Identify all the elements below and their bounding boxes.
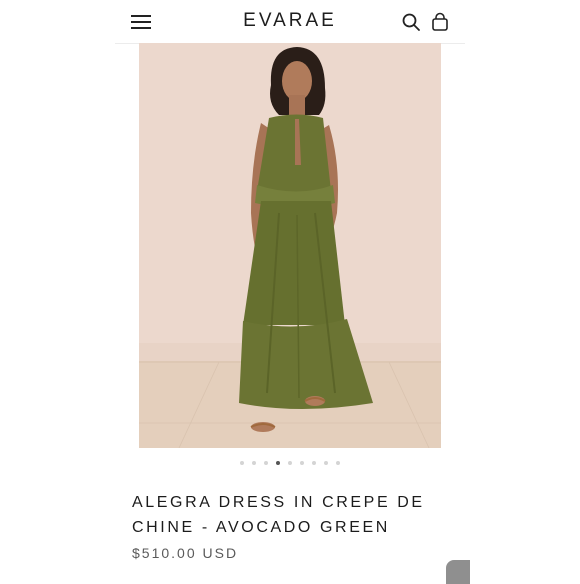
product-image-gallery[interactable] xyxy=(139,43,441,448)
gallery-pagination xyxy=(115,461,465,465)
search-icon[interactable] xyxy=(401,12,421,32)
pagination-dot[interactable] xyxy=(264,461,268,465)
site-header: EVARAE xyxy=(115,0,465,44)
floating-action-button[interactable] xyxy=(446,560,470,584)
pagination-dot[interactable] xyxy=(300,461,304,465)
shopping-bag-icon[interactable] xyxy=(430,12,450,32)
product-page: EVARAE ALEGRA DRESS IN CREPE DE CHINE - … xyxy=(115,0,465,580)
product-title: ALEGRA DRESS IN CREPE DE CHINE - AVOCADO… xyxy=(132,494,425,536)
product-image xyxy=(139,43,441,448)
pagination-dot[interactable] xyxy=(324,461,328,465)
product-price: $510.00 USD xyxy=(132,545,239,561)
pagination-dot[interactable] xyxy=(312,461,316,465)
pagination-dot[interactable] xyxy=(288,461,292,465)
pagination-dot[interactable] xyxy=(240,461,244,465)
pagination-dot[interactable] xyxy=(252,461,256,465)
pagination-dot-active[interactable] xyxy=(276,461,280,465)
pagination-dot[interactable] xyxy=(336,461,340,465)
